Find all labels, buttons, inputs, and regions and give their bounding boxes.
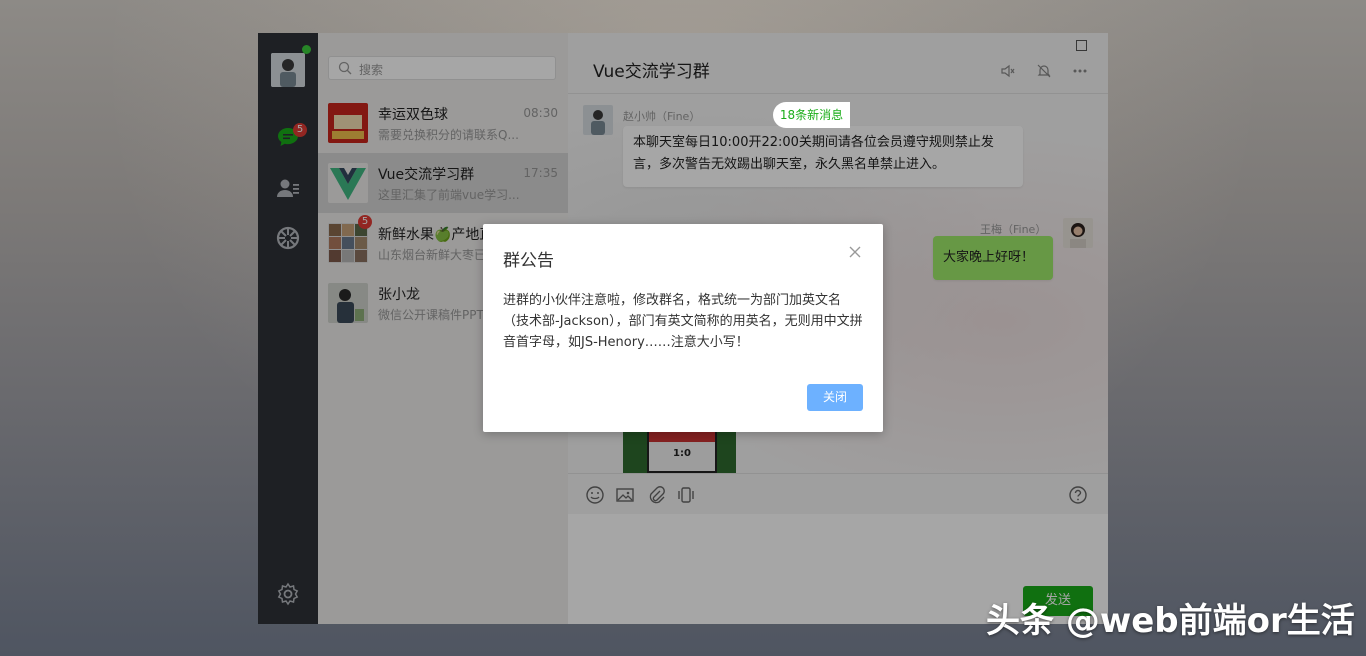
announcement-dialog: 群公告 进群的小伙伴注意啦，修改群名，格式统一为部门加英文名（技术部-Jacks… xyxy=(483,224,883,432)
watermark-text: 头条 @web前端or生活 xyxy=(986,601,1355,641)
close-icon[interactable] xyxy=(845,242,865,262)
dialog-title: 群公告 xyxy=(503,251,554,271)
dialog-close-button[interactable]: 关闭 xyxy=(807,384,863,411)
new-messages-pill[interactable]: 18条新消息 xyxy=(773,102,850,128)
dialog-body: 进群的小伙伴注意啦，修改群名，格式统一为部门加英文名（技术部-Jackson），… xyxy=(503,293,863,350)
